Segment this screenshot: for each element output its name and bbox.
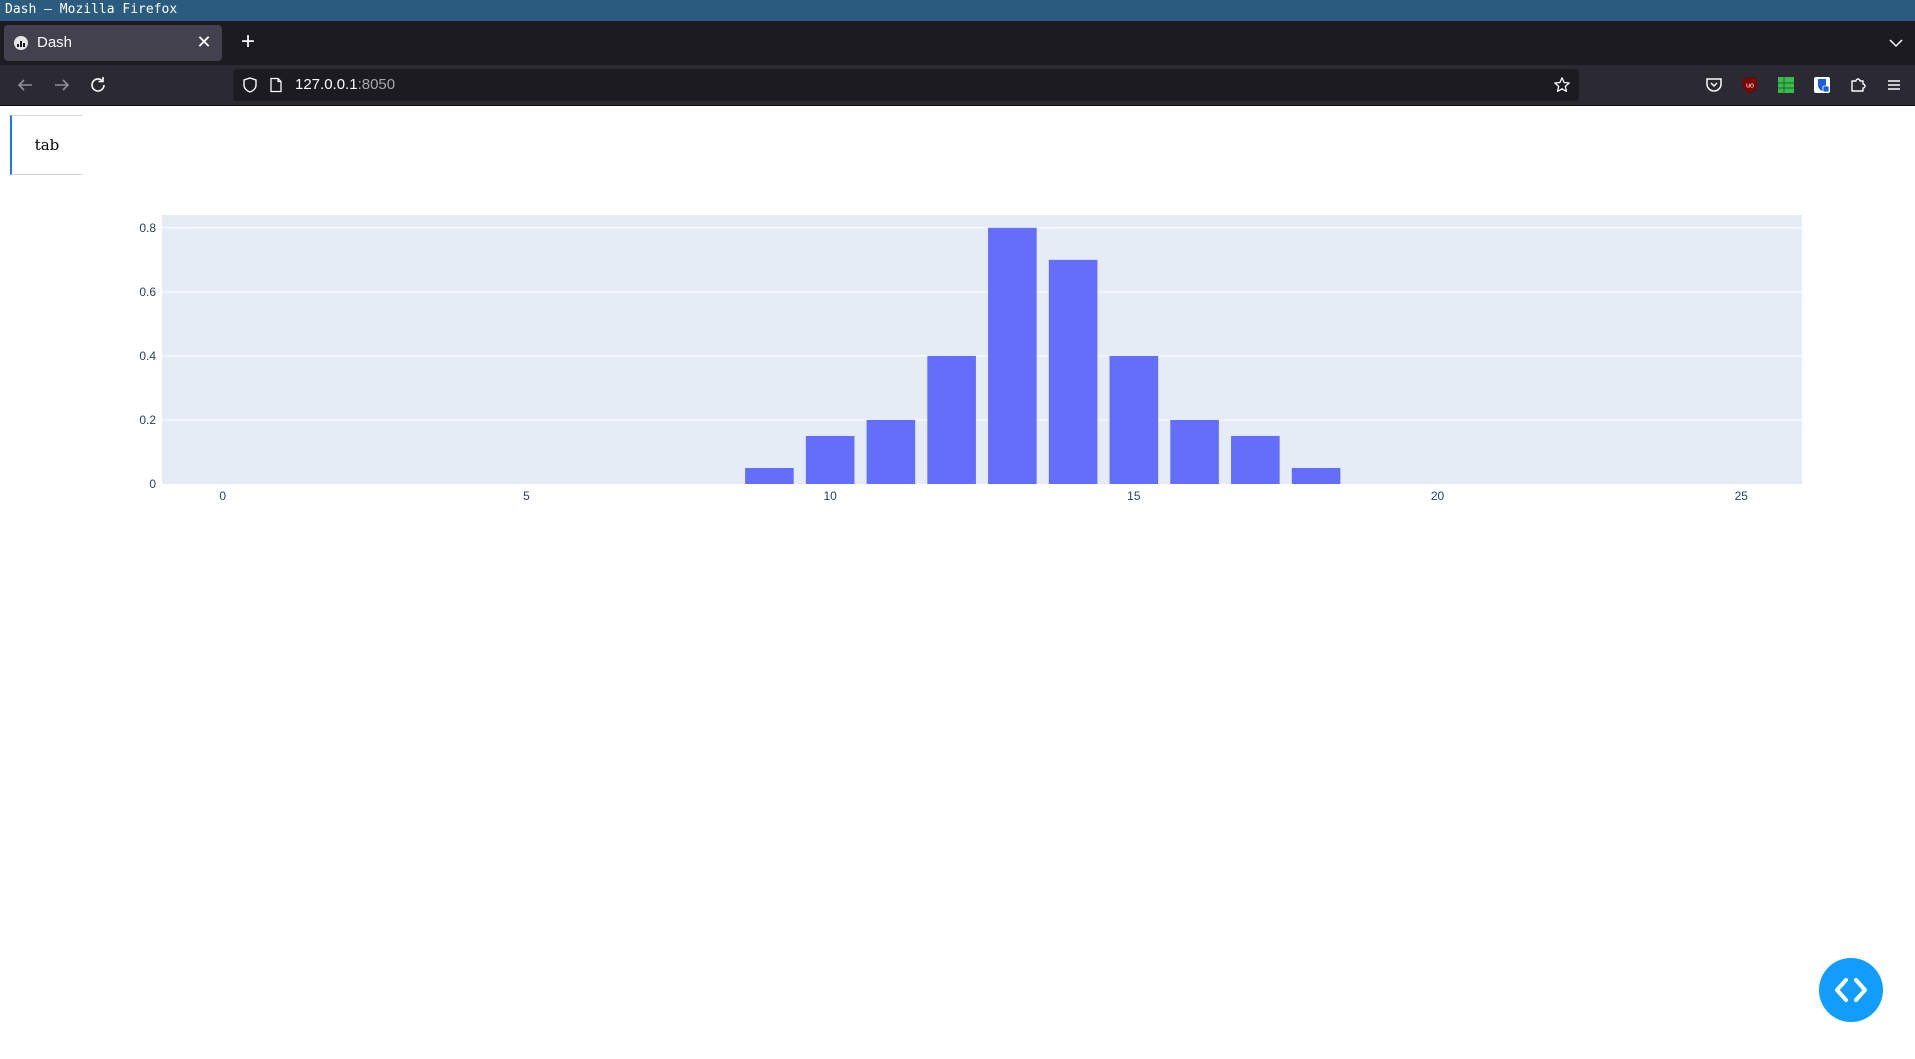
bar — [805, 435, 855, 484]
url-text[interactable]: 127.0.0.1:8050 — [295, 76, 395, 93]
bar — [1048, 259, 1098, 484]
bar — [866, 419, 916, 484]
browser-tab-dash[interactable]: Dash ✕ — [4, 25, 222, 61]
hamburger-menu-icon[interactable] — [1882, 73, 1906, 97]
window-title: Dash — Mozilla Firefox — [0, 0, 1915, 21]
shield-icon[interactable] — [241, 76, 259, 94]
pocket-icon[interactable] — [1702, 73, 1726, 97]
browser-tab-strip: Dash ✕ + — [0, 21, 1915, 65]
back-icon[interactable] — [13, 73, 37, 97]
y-tick-label: 0.2 — [139, 413, 156, 427]
x-tick-label: 0 — [219, 489, 226, 503]
reload-icon[interactable] — [86, 73, 110, 97]
new-tab-button[interactable]: + — [234, 28, 262, 56]
url-bar[interactable]: 127.0.0.1:8050 — [233, 69, 1579, 101]
bar — [927, 355, 976, 484]
bookmark-star-icon[interactable] — [1553, 76, 1571, 94]
plot-background — [162, 215, 1802, 484]
y-tick-label: 0.8 — [139, 221, 156, 235]
dash-favicon-icon — [14, 36, 28, 50]
page-icon[interactable] — [268, 77, 284, 93]
url-port: :8050 — [357, 76, 396, 93]
bitwarden-icon[interactable] — [1810, 73, 1834, 97]
ublock-origin-icon[interactable]: uo — [1738, 73, 1762, 97]
bar-chart: 0 0.2 0.4 0.6 0.8 0 5 10 15 20 25 — [139, 215, 1802, 503]
page-content: tab 0 0.2 0.4 0.6 0.8 0 5 10 15 20 25 — [0, 106, 1915, 1059]
close-tab-icon[interactable]: ✕ — [194, 32, 214, 52]
x-tick-label: 20 — [1431, 489, 1445, 503]
x-tick-label: 25 — [1735, 489, 1749, 503]
tab-title: Dash — [37, 34, 73, 51]
y-tick-label: 0.6 — [139, 285, 156, 299]
sheets-extension-icon[interactable] — [1774, 73, 1798, 97]
bar — [1170, 419, 1219, 484]
y-tick-label: 0 — [149, 477, 156, 491]
chevron-down-icon[interactable] — [1883, 30, 1909, 56]
bar — [1231, 435, 1280, 484]
x-tick-label: 10 — [823, 489, 837, 503]
bar — [1291, 467, 1341, 484]
x-tick-label: 15 — [1127, 489, 1141, 503]
bar — [1109, 355, 1159, 484]
svg-text:uo: uo — [1746, 83, 1754, 90]
x-tick-label: 5 — [523, 489, 530, 503]
extensions-puzzle-icon[interactable] — [1846, 73, 1870, 97]
url-host: 127.0.0.1 — [295, 76, 358, 93]
forward-icon[interactable] — [50, 73, 74, 97]
y-tick-label: 0.4 — [139, 349, 156, 363]
bar — [988, 227, 1037, 485]
dash-devtools-button[interactable] — [1819, 958, 1883, 1022]
code-brackets-icon — [1835, 978, 1867, 1002]
navigation-toolbar: 127.0.0.1:8050 uo — [0, 65, 1915, 106]
bar — [745, 467, 794, 484]
